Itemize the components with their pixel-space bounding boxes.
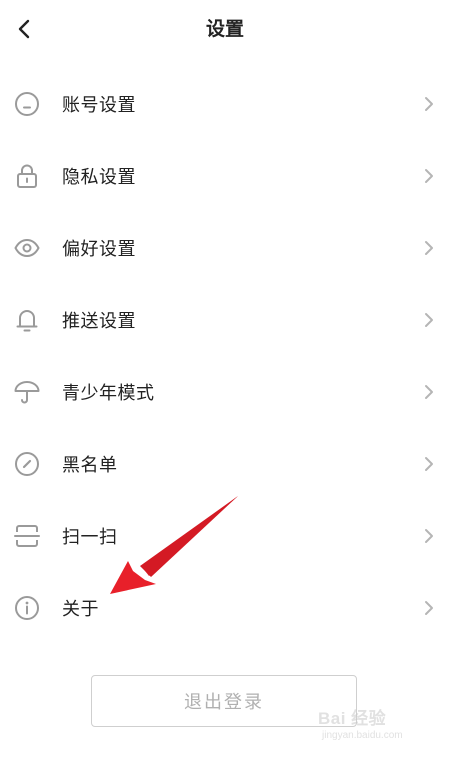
menu-item-label: 推送设置 [62,311,136,332]
menu-item-scan[interactable]: 扫一扫 [0,500,450,572]
account-icon [14,91,40,117]
info-icon [14,595,40,621]
scan-icon [14,523,40,549]
chevron-right-icon [422,240,436,256]
compass-icon [14,451,40,477]
page-title: 设置 [205,18,244,40]
menu-item-push[interactable]: 推送设置 [0,284,450,356]
menu-item-label: 偏好设置 [62,239,136,260]
chevron-left-icon [18,19,30,39]
chevron-right-icon [422,96,436,112]
umbrella-icon [14,379,40,405]
bell-icon [14,307,40,333]
menu-item-account[interactable]: 账号设置 [0,68,450,140]
chevron-right-icon [422,312,436,328]
menu-item-blacklist[interactable]: 黑名单 [0,428,450,500]
chevron-right-icon [422,456,436,472]
menu-item-privacy[interactable]: 隐私设置 [0,140,450,212]
menu-item-preferences[interactable]: 偏好设置 [0,212,450,284]
watermark-sub: jingyan.baidu.com [322,730,403,741]
back-button[interactable] [6,11,42,47]
chevron-right-icon [422,168,436,184]
menu-item-label: 青少年模式 [62,383,155,404]
menu-item-about[interactable]: 关于 [0,572,450,644]
menu-item-label: 关于 [62,599,99,620]
chevron-right-icon [422,600,436,616]
menu-item-label: 隐私设置 [62,167,136,188]
menu-item-teen-mode[interactable]: 青少年模式 [0,356,450,428]
menu-item-label: 扫一扫 [62,527,118,548]
settings-menu: 账号设置 隐私设置 偏好设置 推送设置 青少年模式 黑名单 扫一扫 关于 [0,68,450,644]
chevron-right-icon [422,384,436,400]
header-bar: 设置 [0,0,450,58]
menu-item-label: 黑名单 [62,455,118,476]
lock-icon [14,163,40,189]
logout-button[interactable]: 退出登录 [91,675,357,727]
chevron-right-icon [422,528,436,544]
eye-icon [14,235,40,261]
menu-item-label: 账号设置 [62,95,136,116]
settings-page: 设置 账号设置 隐私设置 偏好设置 推送设置 青少年模式 黑名单 扫一扫 关于 … [0,0,450,760]
